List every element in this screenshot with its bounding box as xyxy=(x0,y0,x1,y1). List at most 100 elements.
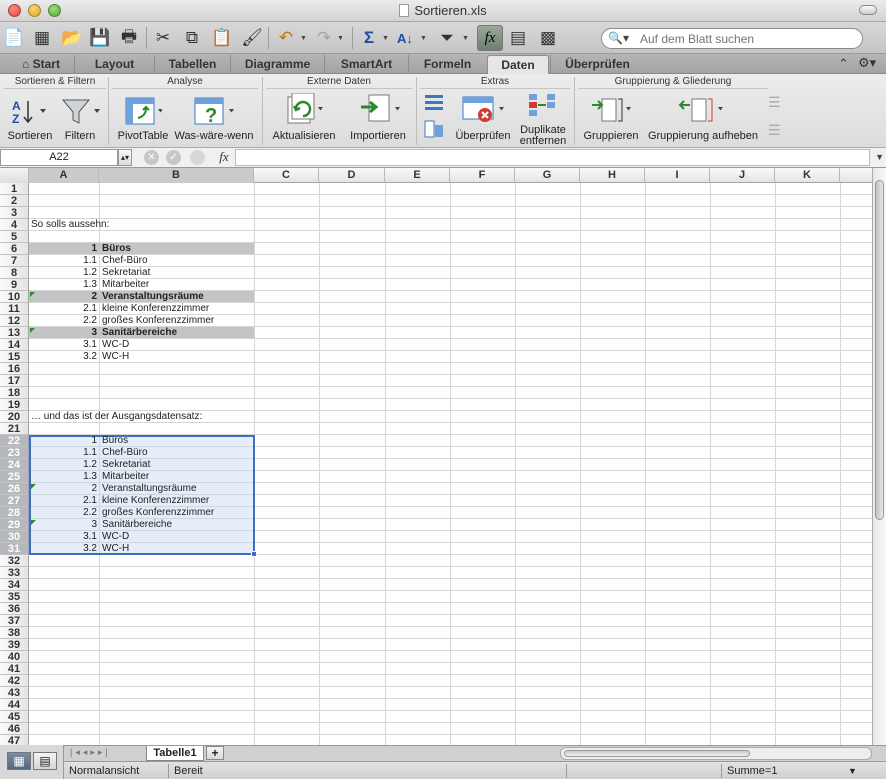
cell-b23[interactable]: Chef-Büro xyxy=(102,447,148,459)
row-header-41[interactable]: 41 xyxy=(0,663,28,675)
copy-icon[interactable]: ⧉ xyxy=(181,26,203,50)
column-header-g[interactable]: G xyxy=(515,168,580,183)
row-header-5[interactable]: 5 xyxy=(0,231,28,243)
row-header-7[interactable]: 7 xyxy=(0,255,28,267)
column-header-d[interactable]: D xyxy=(319,168,385,183)
undo-dropdown-icon[interactable]: ▼ xyxy=(300,35,307,42)
import-button[interactable] xyxy=(356,94,402,124)
column-header-f[interactable]: F xyxy=(450,168,515,183)
row-header-9[interactable]: 9 xyxy=(0,279,28,291)
cell-a13[interactable]: 3 xyxy=(29,327,97,339)
worksheet[interactable]: A B C D E F G H I J K 1 2 3 4 5 6 7 8 9 10 11 12 13 1… xyxy=(0,168,872,745)
row-header-17[interactable]: 17 xyxy=(0,375,28,387)
row-header-29[interactable]: 29 xyxy=(0,519,28,531)
cell-a14[interactable]: 3.1 xyxy=(29,339,97,351)
refresh-button[interactable] xyxy=(278,93,326,124)
row-header-20[interactable]: 20 xyxy=(0,411,28,423)
sort-icon[interactable]: A↓ xyxy=(394,26,416,50)
sheet-tab-tabelle1[interactable]: Tabelle1 xyxy=(146,746,204,761)
sheet-search[interactable]: 🔍▾ xyxy=(601,28,863,49)
status-sum-dropdown-icon[interactable]: ▼ xyxy=(848,764,857,778)
format-painter-icon[interactable]: 🖌 xyxy=(241,26,263,50)
cell-a24[interactable]: 1.2 xyxy=(29,459,97,471)
row-header-11[interactable]: 11 xyxy=(0,303,28,315)
row-header-38[interactable]: 38 xyxy=(0,627,28,639)
row-header-8[interactable]: 8 xyxy=(0,267,28,279)
undo-icon[interactable]: ↶ xyxy=(275,26,297,50)
column-header-e[interactable]: E xyxy=(385,168,450,183)
page-layout-view-icon[interactable]: ▤ xyxy=(33,752,57,770)
cell-b26[interactable]: Veranstaltungsräume xyxy=(102,483,197,495)
hide-detail-icon[interactable]: ☰ xyxy=(768,122,781,139)
cell-b25[interactable]: Mitarbeiter xyxy=(102,471,149,483)
row-header-4[interactable]: 4 xyxy=(0,219,28,231)
row-header-40[interactable]: 40 xyxy=(0,651,28,663)
row-header-15[interactable]: 15 xyxy=(0,351,28,363)
tab-layout[interactable]: Layout xyxy=(74,55,154,74)
filter-button[interactable] xyxy=(58,96,102,126)
cell-a6[interactable]: 1 xyxy=(29,243,97,255)
print-icon[interactable]: 🖶 xyxy=(118,26,140,50)
row-header-30[interactable]: 30 xyxy=(0,531,28,543)
column-header-c[interactable]: C xyxy=(254,168,319,183)
sheet-navigation-arrows-icon[interactable]: |◂◂▸▸| xyxy=(70,747,111,758)
row-header-45[interactable]: 45 xyxy=(0,711,28,723)
row-header-14[interactable]: 14 xyxy=(0,339,28,351)
text-to-columns-button[interactable] xyxy=(422,92,446,114)
row-header-12[interactable]: 12 xyxy=(0,315,28,327)
collapse-ribbon-icon[interactable]: ⌃ xyxy=(838,56,849,72)
row-header-32[interactable]: 32 xyxy=(0,555,28,567)
tab-tabellen[interactable]: Tabellen xyxy=(154,55,230,74)
pivottable-button[interactable] xyxy=(118,96,166,126)
name-box[interactable]: A22 xyxy=(0,149,118,166)
toolbox-icon[interactable]: ▩ xyxy=(537,26,559,50)
cell-a31[interactable]: 3.2 xyxy=(29,543,97,555)
row-header-26[interactable]: 26 xyxy=(0,483,28,495)
tab-smartart[interactable]: SmartArt xyxy=(324,55,408,74)
row-header-2[interactable]: 2 xyxy=(0,195,28,207)
row-header-35[interactable]: 35 xyxy=(0,591,28,603)
cell-a8[interactable]: 1.2 xyxy=(29,267,97,279)
paste-icon[interactable]: 📋 xyxy=(211,26,233,50)
ungroup-button[interactable] xyxy=(676,94,724,124)
row-header-10[interactable]: 10 xyxy=(0,291,28,303)
cell-b6[interactable]: Büros xyxy=(102,243,131,255)
redo-dropdown-icon[interactable]: ▼ xyxy=(337,35,344,42)
cell-a15[interactable]: 3.2 xyxy=(29,351,97,363)
column-header-j[interactable]: J xyxy=(710,168,775,183)
select-all-corner[interactable] xyxy=(0,168,29,183)
sort-dropdown-icon[interactable]: ▼ xyxy=(420,35,427,42)
autosum-icon[interactable]: Σ xyxy=(358,26,380,50)
cell-b10[interactable]: Veranstaltungsräume xyxy=(102,291,204,303)
cell-b7[interactable]: Chef-Büro xyxy=(102,255,148,267)
vertical-scroll-thumb[interactable] xyxy=(875,180,884,520)
row-header-33[interactable]: 33 xyxy=(0,567,28,579)
cell-b31[interactable]: WC-H xyxy=(102,543,129,555)
column-header-b[interactable]: B xyxy=(99,168,254,183)
cell-b29[interactable]: Sanitärbereiche xyxy=(102,519,172,531)
cell-a12[interactable]: 2.2 xyxy=(29,315,97,327)
toolbar-toggle-button[interactable] xyxy=(859,5,877,15)
cell-a11[interactable]: 2.1 xyxy=(29,303,97,315)
cell-b28[interactable]: großes Konferenzzimmer xyxy=(102,507,214,519)
name-box-stepper-icon[interactable]: ▴▾ xyxy=(118,149,132,166)
column-header-i[interactable]: I xyxy=(645,168,710,183)
row-header-24[interactable]: 24 xyxy=(0,459,28,471)
cell-a4[interactable]: So solls aussehn: xyxy=(31,219,109,231)
vertical-scrollbar[interactable] xyxy=(872,168,886,745)
cell-b30[interactable]: WC-D xyxy=(102,531,129,543)
row-header-22[interactable]: 22 xyxy=(0,435,28,447)
cell-a29[interactable]: 3 xyxy=(29,519,97,531)
cell-b27[interactable]: kleine Konferenzzimmer xyxy=(102,495,209,507)
filter-icon[interactable]: ⏷ xyxy=(436,26,458,50)
tab-ueberpruefen[interactable]: Überprüfen xyxy=(550,55,644,74)
horizontal-scroll-thumb[interactable] xyxy=(564,750,750,757)
add-sheet-button[interactable]: + xyxy=(206,746,224,760)
normal-view-icon[interactable]: ▦ xyxy=(7,752,31,770)
consolidate-button[interactable] xyxy=(422,118,446,140)
row-header-16[interactable]: 16 xyxy=(0,363,28,375)
row-header-13[interactable]: 13 xyxy=(0,327,28,339)
cell-b24[interactable]: Sekretariat xyxy=(102,459,150,471)
row-header-23[interactable]: 23 xyxy=(0,447,28,459)
row-header-36[interactable]: 36 xyxy=(0,603,28,615)
